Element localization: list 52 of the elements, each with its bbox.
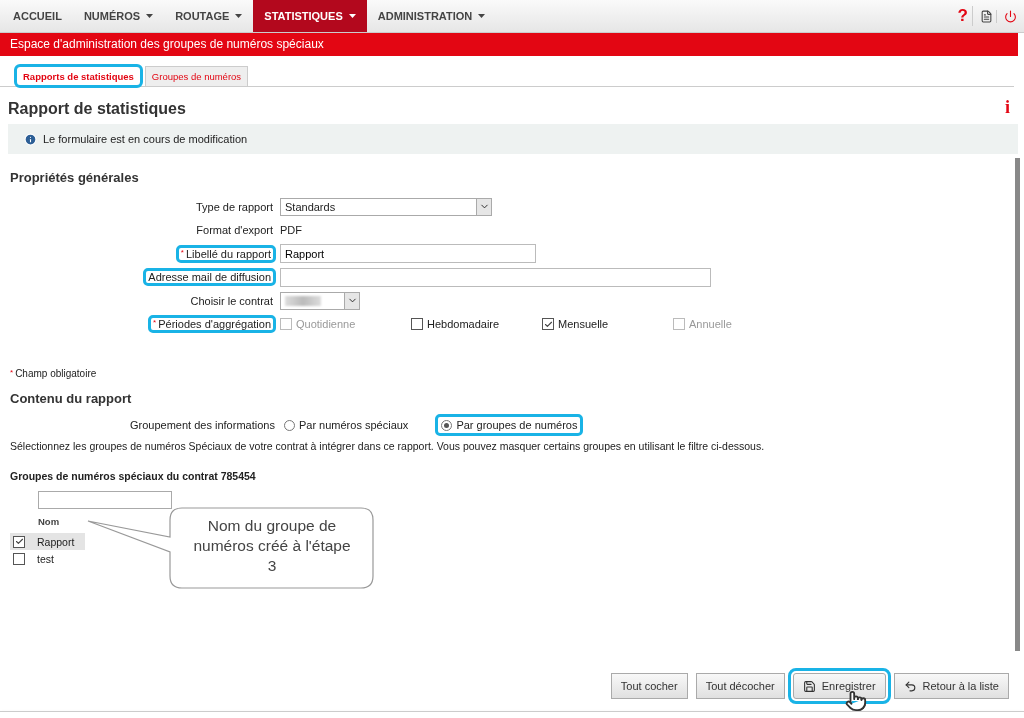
checkbox-option[interactable]: Mensuelle (542, 318, 673, 331)
banner-title: Espace d'administration des groupes de numéros spéciaux (0, 33, 1018, 56)
check-icon (543, 319, 553, 329)
tab[interactable]: Groupes de numéros (144, 66, 249, 86)
blurred-value (285, 295, 321, 306)
field-label: Groupement des informations (130, 419, 275, 431)
power-icon[interactable] (1004, 9, 1017, 23)
groups-title: Groupes de numéros spéciaux du contrat 785454 (10, 470, 257, 482)
undo-icon (903, 679, 917, 693)
field-label: Choisir le contrat (189, 293, 274, 309)
section-title: Propriétés générales (10, 170, 140, 185)
save-icon (802, 679, 816, 693)
tab[interactable]: Rapports de statistiques (16, 66, 141, 86)
nav-item[interactable]: ROUTAGE (164, 0, 254, 32)
radio-option[interactable]: Par groupes de numéros (435, 414, 584, 436)
action-button[interactable]: Retour à la liste (893, 673, 1009, 699)
filter-field[interactable] (38, 491, 172, 509)
required-note: * Champ obligatoire (10, 368, 98, 379)
action-button[interactable]: Tout décocher (695, 673, 785, 699)
instructions-text: Sélectionnez les groupes de numéros Spéciaux de votre contrat à intégrer dans ce rapport. Vous pouvez masquer certains groupes en utilisant le filtre ci-dessous. (10, 440, 766, 452)
section-title: Contenu du rapport (10, 391, 133, 406)
caret-icon[interactable] (478, 14, 486, 18)
group-row[interactable]: test (10, 550, 85, 567)
field-label: * Libellé du rapport (175, 244, 276, 263)
radio-option[interactable]: Par numéros spéciaux (280, 417, 412, 433)
group-row[interactable]: Rapport (10, 533, 85, 550)
checkbox-option[interactable]: Hebdomadaire (411, 318, 542, 331)
export-format-value: PDF (280, 224, 302, 237)
callout-text: Nom du groupe de numéros créé à l'étape 3 (192, 516, 352, 576)
input-field[interactable]: Rapport (280, 244, 536, 264)
caret-icon[interactable] (146, 14, 154, 18)
info-icon (24, 132, 37, 146)
info-icon[interactable]: i (1005, 97, 1010, 118)
column-header: Nom (38, 516, 60, 527)
action-button[interactable]: Tout cocher (610, 673, 688, 699)
caret-icon[interactable] (235, 14, 243, 18)
check-icon (14, 537, 24, 546)
document-icon[interactable] (980, 9, 993, 23)
field-label: Adresse mail de diffusion (143, 268, 276, 287)
page-title: Rapport de statistiques (8, 99, 186, 118)
hand-cursor-icon (845, 690, 867, 712)
caret-icon[interactable] (348, 14, 356, 18)
field-label: Format d'export (195, 223, 274, 239)
nav-item[interactable]: ACCUEIL (2, 0, 73, 32)
report-type-select[interactable]: Standards (280, 197, 492, 216)
nav-item[interactable]: STATISTIQUES (253, 0, 367, 32)
nav-item[interactable]: NUMÉROS (72, 0, 165, 32)
field-label: Type de rapport (194, 199, 274, 215)
notice-text: Le formulaire est en cours de modification (43, 133, 248, 145)
nav-item[interactable]: ADMINISTRATION (366, 0, 497, 32)
input-field[interactable] (280, 267, 711, 287)
field-label: * Périodes d'aggrégation (148, 315, 276, 334)
